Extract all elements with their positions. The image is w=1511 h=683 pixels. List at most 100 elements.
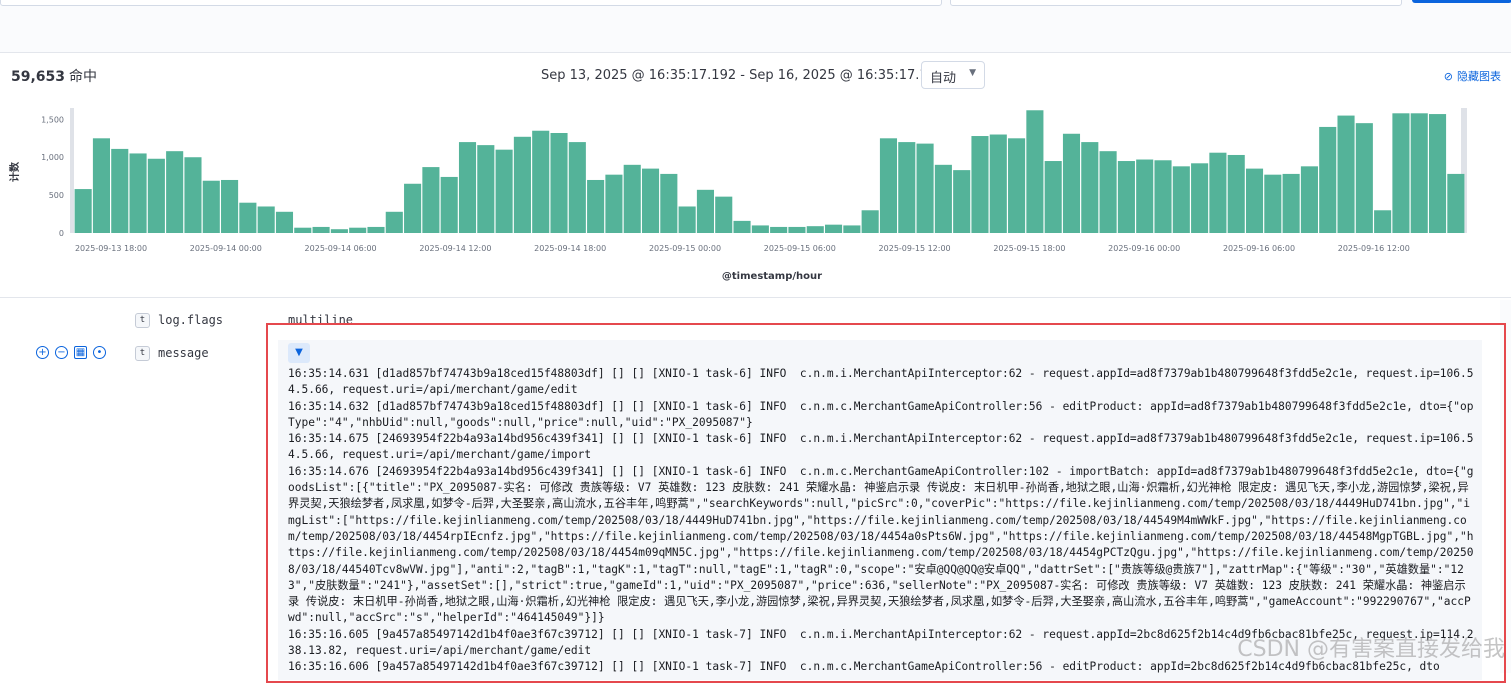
histogram-bar[interactable]	[953, 170, 971, 233]
histogram-bar[interactable]	[221, 179, 239, 233]
histogram-bar[interactable]	[916, 143, 934, 233]
histogram-bar[interactable]	[1374, 210, 1392, 233]
histogram-bar[interactable]	[312, 226, 330, 233]
refresh-button[interactable]	[1412, 0, 1511, 3]
histogram-bar[interactable]	[1410, 113, 1428, 233]
interval-select[interactable]: 自动 ▼	[921, 61, 985, 89]
histogram-bar[interactable]	[1428, 114, 1447, 233]
histogram-bar[interactable]	[861, 210, 879, 233]
histogram-bar[interactable]	[1282, 173, 1300, 233]
histogram-bar[interactable]	[1044, 161, 1062, 233]
histogram-bar[interactable]	[1227, 154, 1245, 233]
histogram-bar[interactable]	[879, 138, 898, 233]
histogram-bar[interactable]	[825, 224, 843, 233]
histogram-bar[interactable]	[202, 180, 220, 233]
eye-closed-icon: ⊘	[1443, 70, 1453, 83]
histogram-bar[interactable]	[1447, 173, 1465, 233]
histogram-bar[interactable]	[971, 136, 989, 233]
toggle-column-icon[interactable]: ▦	[74, 346, 87, 359]
x-tick-label: 2025-09-16 12:00	[1338, 244, 1410, 253]
hits-count: 59,653 命中	[11, 66, 97, 86]
histogram-bar[interactable]	[147, 158, 165, 233]
histogram-bar[interactable]	[92, 138, 110, 233]
histogram-bar[interactable]	[111, 148, 129, 233]
histogram-bar[interactable]	[184, 157, 202, 233]
histogram-bar[interactable]	[349, 227, 367, 233]
histogram-bar[interactable]	[605, 174, 623, 233]
watermark-text: CSDN @有害案直接发给我	[1237, 637, 1505, 662]
histogram-bar[interactable]	[294, 227, 312, 233]
histogram-bar[interactable]	[770, 226, 788, 233]
histogram-bar[interactable]	[1319, 126, 1337, 233]
top-search-bar	[0, 0, 1511, 53]
histogram-bar[interactable]	[422, 167, 440, 233]
field-message: t message	[135, 346, 209, 361]
histogram-bar[interactable]	[495, 149, 513, 233]
x-tick-label: 2025-09-14 12:00	[419, 244, 491, 253]
histogram-bar[interactable]	[1172, 166, 1190, 233]
histogram-bar[interactable]	[1136, 159, 1154, 233]
histogram-bar[interactable]	[1392, 113, 1410, 233]
histogram-bar[interactable]	[1245, 168, 1264, 233]
histogram-bar[interactable]	[330, 229, 348, 233]
histogram-bar[interactable]	[568, 142, 586, 233]
histogram-bar[interactable]	[239, 202, 257, 233]
histogram-bar[interactable]	[751, 225, 769, 233]
collapse-toggle-button[interactable]: ▼	[288, 343, 310, 363]
histogram-bar[interactable]	[440, 176, 458, 233]
histogram-bar[interactable]	[385, 211, 403, 233]
histogram-bar[interactable]	[257, 206, 275, 233]
x-tick-label: 2025-09-14 06:00	[305, 244, 377, 253]
y-tick-label: 1,000	[41, 153, 64, 162]
histogram-bar[interactable]	[1264, 174, 1282, 233]
x-tick-label: 2025-09-14 00:00	[190, 244, 262, 253]
histogram-bar[interactable]	[641, 168, 660, 233]
histogram-bar[interactable]	[404, 183, 422, 233]
histogram-bar[interactable]	[1026, 110, 1044, 233]
histogram-bar[interactable]	[1062, 133, 1081, 233]
histogram-bar[interactable]	[660, 173, 678, 233]
histogram-bar[interactable]	[513, 136, 531, 233]
histogram-bar[interactable]	[458, 142, 477, 233]
filter-out-value-icon[interactable]: −	[55, 346, 68, 359]
histogram-bar[interactable]	[1099, 151, 1117, 233]
histogram-bar[interactable]	[1191, 163, 1209, 233]
histogram-bar[interactable]	[696, 189, 714, 233]
histogram-bar[interactable]	[1337, 115, 1355, 233]
histogram-bar[interactable]	[532, 130, 550, 233]
histogram-bar[interactable]	[367, 226, 385, 233]
histogram-bar[interactable]	[1081, 142, 1099, 233]
histogram-bar[interactable]	[166, 151, 184, 233]
date-picker-field[interactable]	[950, 0, 1402, 6]
histogram-bar[interactable]	[275, 211, 294, 233]
histogram-bar[interactable]	[843, 225, 861, 233]
histogram-bar[interactable]	[678, 206, 696, 233]
filter-exists-icon[interactable]: •	[93, 346, 106, 359]
histogram-bar[interactable]	[623, 164, 641, 233]
histogram-bar[interactable]	[989, 134, 1007, 233]
filter-for-value-icon[interactable]: +	[36, 346, 49, 359]
histogram-bar[interactable]	[806, 226, 824, 233]
hide-chart-link[interactable]: ⊘ 隐藏图表	[1444, 68, 1501, 84]
histogram-bar[interactable]	[1209, 152, 1227, 233]
histogram-bar[interactable]	[1154, 160, 1172, 233]
field-log-flags: t log.flags	[135, 313, 223, 328]
histogram-bar[interactable]	[1300, 166, 1318, 233]
histogram-bar[interactable]	[129, 153, 147, 233]
histogram-bar[interactable]	[1355, 123, 1373, 233]
histogram-bar[interactable]	[733, 220, 751, 233]
page-scrollbar[interactable]	[1500, 300, 1511, 673]
histogram-bar[interactable]	[898, 142, 916, 233]
histogram-bar[interactable]	[788, 226, 806, 233]
query-input[interactable]	[0, 0, 942, 6]
histogram-bar[interactable]	[477, 145, 495, 233]
field-value-log-flags: multiline	[288, 313, 354, 327]
field-actions: + − ▦ •	[36, 346, 106, 359]
histogram-bar[interactable]	[934, 164, 952, 233]
histogram-bar[interactable]	[74, 189, 92, 233]
histogram-bar[interactable]	[715, 196, 733, 233]
histogram-bar[interactable]	[1008, 138, 1026, 233]
histogram-bar[interactable]	[550, 133, 568, 233]
histogram-bar[interactable]	[587, 179, 605, 233]
histogram-bar[interactable]	[1117, 161, 1135, 233]
